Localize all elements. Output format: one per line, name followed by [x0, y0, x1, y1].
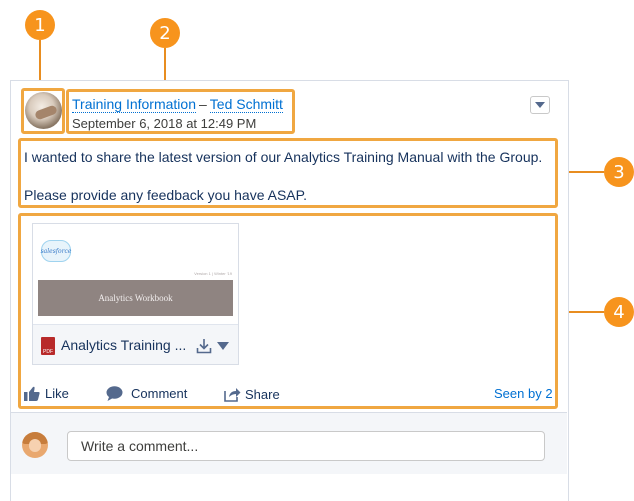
callout-1: 1 — [25, 10, 55, 40]
caret-down-icon — [535, 102, 545, 108]
current-user-avatar — [22, 432, 48, 458]
highlight-attachment-actions — [18, 213, 558, 409]
highlight-header — [66, 89, 295, 134]
post-menu-button[interactable] — [530, 96, 550, 114]
callout-3: 3 — [604, 157, 634, 187]
comment-input[interactable]: Write a comment... — [67, 431, 545, 461]
highlight-body — [18, 138, 558, 208]
highlight-avatar — [21, 88, 65, 134]
callout-4: 4 — [604, 297, 634, 327]
callout-2: 2 — [150, 18, 180, 48]
